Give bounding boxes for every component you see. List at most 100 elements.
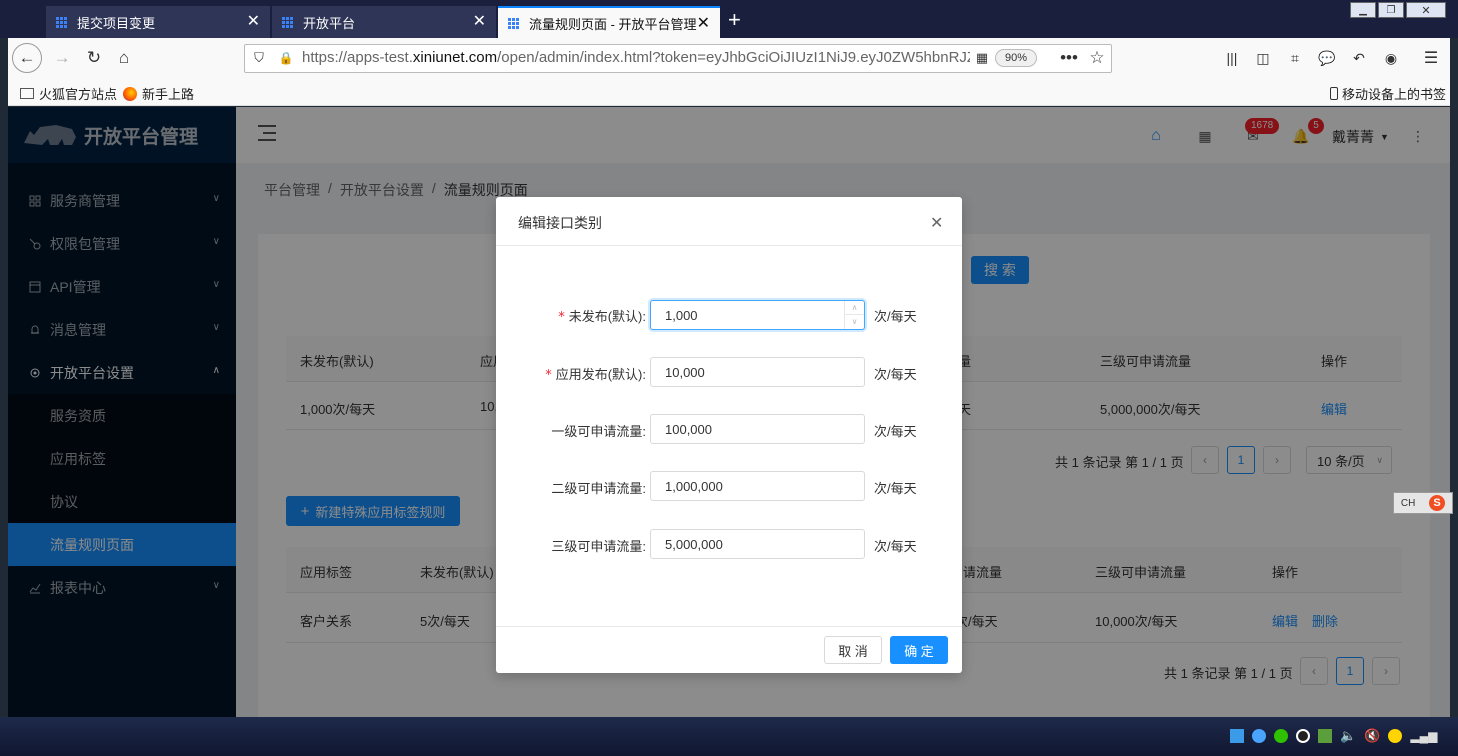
firefox-icon <box>123 86 137 101</box>
close-tab-icon[interactable]: ✕ <box>473 14 486 30</box>
modal-header: 编辑接口类别 ✕ <box>496 197 962 246</box>
input-value: 5,000,000 <box>665 536 723 552</box>
tray-app-icon[interactable] <box>1230 729 1244 743</box>
label-colon: : <box>642 424 646 439</box>
bookmark-label: 新手上路 <box>142 87 195 102</box>
mobile-bookmarks[interactable]: 移动设备上的书签 <box>1330 84 1446 103</box>
unit-label: 次/每天 <box>874 481 917 496</box>
input-value: 1,000,000 <box>665 478 723 494</box>
app-grid-icon <box>56 16 67 28</box>
unit-label: 次/每天 <box>874 309 917 324</box>
system-tray: 🔈 🔇 ▂▄▆ <box>1230 728 1437 744</box>
level2-traffic-input[interactable]: 1,000,000 <box>650 471 865 501</box>
modal-footer-divider <box>496 626 962 627</box>
unit-label: 次/每天 <box>874 424 917 439</box>
window-controls: ▁ ❐ ✕ <box>1350 2 1450 20</box>
form-label: 三级可申请流量: <box>551 536 646 555</box>
chevron-down-icon[interactable]: ∨ <box>845 315 864 328</box>
chat-icon[interactable]: 💬 <box>1317 48 1337 68</box>
hamburger-menu-icon[interactable]: ☰ <box>1421 48 1441 68</box>
shield-icon[interactable]: ⛉ <box>250 48 268 68</box>
url-text[interactable]: https://apps-test.xiniunet.com/open/admi… <box>302 49 970 69</box>
minimize-icon[interactable]: ▁ <box>1350 2 1376 18</box>
mobile-bookmarks-label: 移动设备上的书签 <box>1342 87 1447 102</box>
folder-icon <box>20 88 34 99</box>
label-colon: : <box>642 309 646 324</box>
form-label-text: 未发布(默认) <box>568 309 643 324</box>
cancel-button[interactable]: 取 消 <box>824 636 882 664</box>
wechat-icon[interactable] <box>1274 729 1288 743</box>
modal-title: 编辑接口类别 <box>518 215 602 231</box>
bookmark-item[interactable]: 火狐官方站点 <box>20 84 117 103</box>
bookmarks-bar <box>8 78 1450 106</box>
tray-shield-icon[interactable] <box>1252 729 1266 743</box>
qr-code-icon[interactable]: ▦ <box>973 49 991 67</box>
window-close-icon[interactable]: ✕ <box>1406 2 1446 18</box>
app-grid-icon <box>282 16 293 28</box>
sidebar-toggle-icon[interactable]: ◫ <box>1253 48 1273 68</box>
label-colon: : <box>642 481 646 496</box>
bookmark-item[interactable]: 新手上路 <box>123 84 194 103</box>
input-value: 1,000 <box>665 307 698 323</box>
unit-label: 次/每天 <box>874 367 917 382</box>
mute-icon[interactable]: 🔇 <box>1364 728 1380 744</box>
bookmark-star-icon[interactable]: ☆ <box>1086 48 1108 68</box>
browser-tab-active[interactable]: 流量规则页面 - 开放平台管理 ✕ <box>498 6 720 38</box>
tray-status-icon[interactable] <box>1388 729 1403 743</box>
reload-icon[interactable]: ↻ <box>80 43 108 73</box>
number-stepper[interactable]: ∧ ∨ <box>844 301 864 329</box>
volume-icon[interactable]: 🔈 <box>1340 728 1356 744</box>
form-label: 二级可申请流量: <box>551 478 646 497</box>
back-arrow-icon[interactable]: ← <box>12 43 42 73</box>
edit-interface-type-modal: 编辑接口类别 ✕ * 未发布(默认): 1,000 ∧ ∨ 次/每天 * 应用发布(… <box>496 197 962 673</box>
ime-language: CH <box>1400 497 1416 509</box>
ok-button[interactable]: 确 定 <box>890 636 948 664</box>
forward-arrow-icon[interactable]: → <box>48 43 76 73</box>
new-tab-button[interactable]: + <box>728 8 741 32</box>
ime-toolbar[interactable]: CH S <box>1393 492 1453 514</box>
form-label-text: 二级可申请流量 <box>551 481 643 496</box>
chevron-up-icon[interactable]: ∧ <box>845 301 864 315</box>
close-tab-icon[interactable]: ✕ <box>697 16 710 32</box>
undo-icon[interactable]: ↶ <box>1349 48 1369 68</box>
library-icon[interactable]: ||| <box>1222 48 1242 68</box>
sogou-ime-icon: S <box>1429 495 1446 511</box>
usb-icon[interactable] <box>1318 729 1332 743</box>
url-prefix: https://apps-test. <box>302 49 413 66</box>
default-unpublished-input[interactable]: 1,000 ∧ ∨ <box>650 300 865 330</box>
restore-icon[interactable]: ❐ <box>1378 2 1404 18</box>
input-value: 100,000 <box>665 421 712 437</box>
form-label: 一级可申请流量: <box>551 421 646 440</box>
form-label: * 应用发布(默认): <box>545 364 646 383</box>
level3-traffic-input[interactable]: 5,000,000 <box>650 529 865 559</box>
app-grid-icon <box>508 17 519 29</box>
browser-tab[interactable]: 提交项目变更 ✕ <box>46 6 270 38</box>
mobile-device-icon <box>1330 87 1338 100</box>
browser-tab-label: 流量规则页面 - 开放平台管理 <box>529 16 697 32</box>
level1-traffic-input[interactable]: 100,000 <box>650 414 865 444</box>
input-value: 10,000 <box>665 364 705 380</box>
required-mark: * <box>558 310 565 325</box>
network-signal-icon[interactable]: ▂▄▆ <box>1410 729 1437 743</box>
default-published-input[interactable]: 10,000 <box>650 357 865 387</box>
account-icon[interactable]: ◉ <box>1381 48 1401 68</box>
required-mark: * <box>545 368 552 383</box>
label-colon: : <box>642 367 646 382</box>
browser-tab-label: 开放平台 <box>303 15 356 31</box>
zoom-indicator[interactable]: 90% <box>995 49 1037 67</box>
form-label-text: 应用发布(默认) <box>555 367 643 382</box>
qq-icon[interactable] <box>1296 729 1310 743</box>
label-colon: : <box>642 539 646 554</box>
home-icon[interactable]: ⌂ <box>110 43 138 73</box>
unit-label: 次/每天 <box>874 539 917 554</box>
url-domain: xiniunet.com <box>412 49 498 66</box>
url-path: /open/admin/index.html?token=eyJhbGciOiJ… <box>497 49 970 66</box>
form-label: * 未发布(默认): <box>558 306 646 325</box>
close-tab-icon[interactable]: ✕ <box>247 14 260 30</box>
screenshot-icon[interactable]: ⌗ <box>1285 48 1305 68</box>
more-actions-icon[interactable]: ••• <box>1058 48 1080 68</box>
lock-icon: 🔒 <box>278 51 294 65</box>
browser-tab[interactable]: 开放平台 ✕ <box>272 6 496 38</box>
close-icon[interactable]: ✕ <box>930 213 943 233</box>
form-label-text: 三级可申请流量 <box>551 539 643 554</box>
